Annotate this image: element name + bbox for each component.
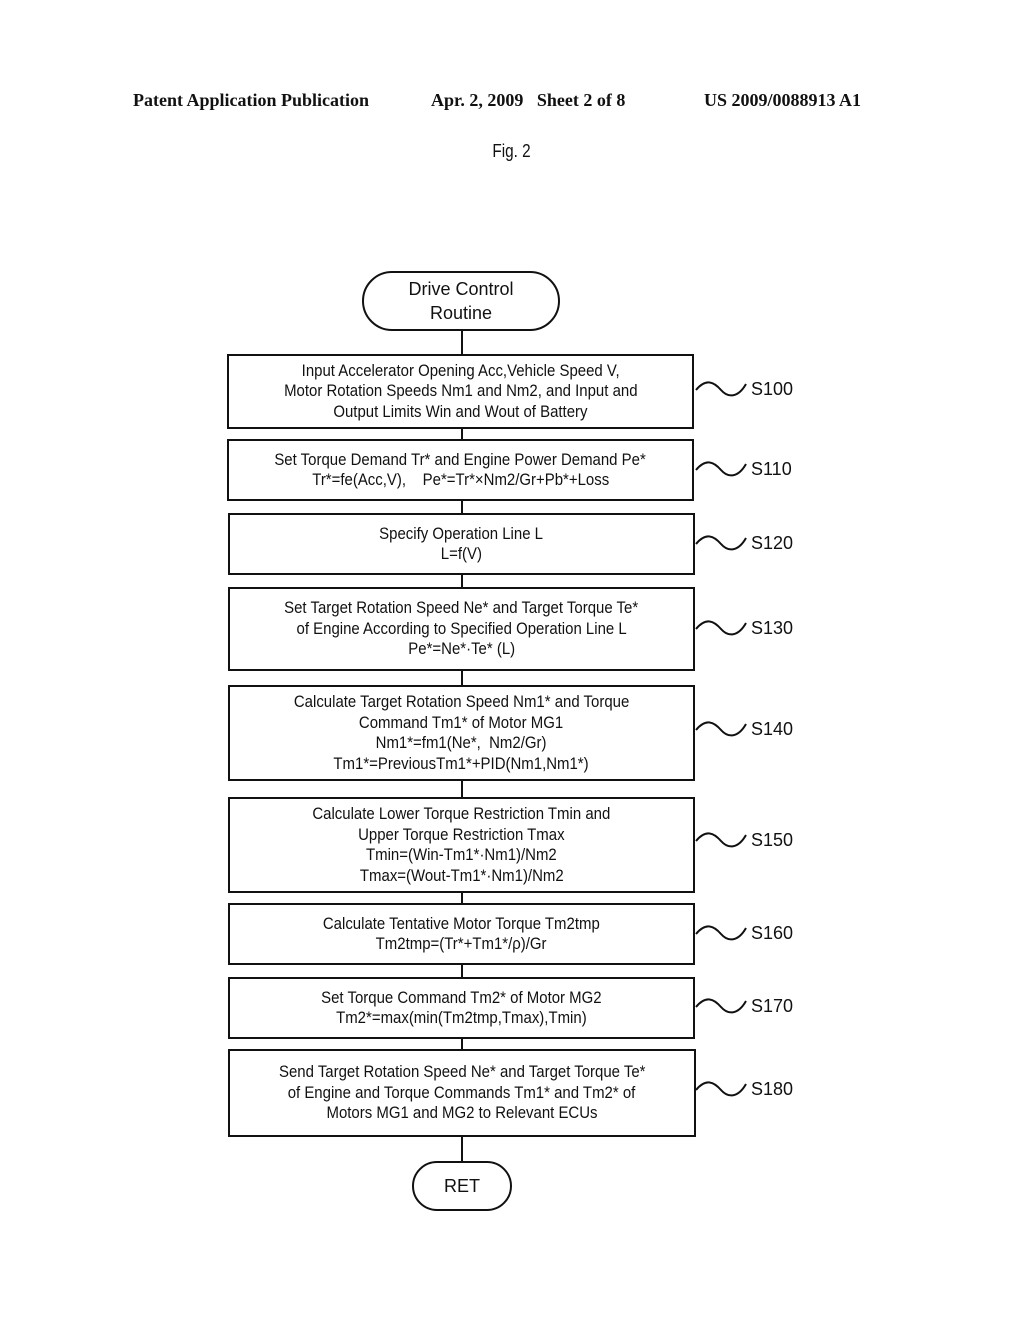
step-text: Tmax=(Wout-Tm1*·Nm1)/Nm2	[359, 865, 564, 885]
connector-line	[461, 780, 463, 798]
step-text: L=f(V)	[440, 544, 483, 563]
wave-leader-icon	[695, 381, 747, 397]
wave-leader-icon	[695, 620, 747, 636]
step-box-s180: Send Target Rotation Speed Ne* and Targe…	[228, 1049, 696, 1137]
step-label: S170	[751, 996, 794, 1016]
step-text: Output Limits Win and Wout of Battery	[333, 401, 588, 421]
connector-line	[461, 670, 463, 686]
step-label: S110	[751, 459, 792, 479]
step-label: S140	[751, 719, 794, 739]
step-text: Motors MG1 and MG2 to Relevant ECUs	[326, 1103, 598, 1123]
step-text: Set Target Rotation Speed Ne* and Target…	[284, 598, 639, 618]
date-sheet-label: Apr. 2, 2009 Sheet 2 of 8	[431, 90, 626, 110]
start-terminal: Drive Control Routine	[362, 271, 560, 331]
step-box-s140: Calculate Target Rotation Speed Nm1* and…	[228, 685, 695, 781]
step-text: Tr*=fe(Acc,V), Pe*=Tr*×Nm2/Gr+Pb*+Loss	[312, 470, 609, 489]
start-line: Drive Control	[408, 279, 514, 299]
step-text: Calculate Target Rotation Speed Nm1* and…	[293, 692, 630, 711]
step-text: Pe*=Ne*·Te* (L)	[408, 639, 515, 659]
step-text: Tm2*=max(min(Tm2tmp,Tmax),Tmin)	[336, 1008, 587, 1027]
patent-number: US 2009/0088913 A1	[704, 90, 862, 110]
wave-leader-icon	[695, 721, 747, 737]
publication-label: Patent Application Publication	[133, 90, 370, 110]
step-label: S100	[751, 379, 794, 399]
step-text: Command Tm1* of Motor MG1	[359, 712, 564, 732]
step-box-s110: Set Torque Demand Tr* and Engine Power D…	[227, 439, 694, 501]
step-box-s170: Set Torque Command Tm2* of Motor MG2 Tm2…	[228, 977, 695, 1039]
connector-line	[461, 500, 463, 514]
connector-line	[461, 1136, 463, 1162]
wave-leader-icon	[695, 461, 747, 477]
step-text: Calculate Lower Torque Restriction Tmin …	[312, 804, 611, 823]
step-text: Nm1*=fm1(Ne*, Nm2/Gr)	[376, 733, 547, 752]
step-label: S130	[751, 618, 794, 638]
start-line: Routine	[429, 303, 493, 323]
step-text: Tm1*=PreviousTm1*+PID(Nm1,Nm1*)	[333, 753, 590, 773]
step-label: S150	[751, 830, 794, 850]
end-terminal: RET	[412, 1161, 512, 1211]
step-box-s120: Specify Operation Line L L=f(V)	[228, 513, 695, 575]
wave-leader-icon	[695, 1081, 747, 1097]
step-text: Upper Torque Restriction Tmax	[358, 824, 565, 844]
step-text: Specify Operation Line L	[379, 523, 544, 543]
step-label: S180	[751, 1079, 794, 1099]
step-box-s130: Set Target Rotation Speed Ne* and Target…	[228, 587, 695, 671]
wave-leader-icon	[695, 998, 747, 1014]
figure-label: Fig. 2	[492, 141, 532, 161]
step-box-s160: Calculate Tentative Motor Torque Tm2tmp …	[228, 903, 695, 965]
step-text: Tm2tmp=(Tr*+Tm1*/ρ)/Gr	[376, 934, 547, 953]
end-label: RET	[444, 1176, 480, 1196]
connector-line	[461, 574, 463, 588]
connector-line	[461, 329, 463, 354]
wave-leader-icon	[695, 832, 747, 848]
step-text: Tmin=(Win-Tm1*·Nm1)/Nm2	[366, 845, 557, 864]
wave-leader-icon	[695, 535, 747, 551]
wave-leader-icon	[695, 925, 747, 941]
step-text: Motor Rotation Speeds Nm1 and Nm2, and I…	[283, 381, 638, 401]
step-label: S160	[751, 923, 794, 943]
step-text: of Engine According to Specified Operati…	[296, 618, 627, 638]
step-text: Calculate Tentative Motor Torque Tm2tmp	[323, 913, 600, 933]
step-text: Set Torque Demand Tr* and Engine Power D…	[274, 449, 647, 469]
step-label: S120	[751, 533, 794, 553]
step-text: of Engine and Torque Commands Tm1* and T…	[288, 1082, 636, 1102]
step-text: Send Target Rotation Speed Ne* and Targe…	[278, 1062, 646, 1082]
step-box-s100: Input Accelerator Opening Acc,Vehicle Sp…	[227, 354, 694, 429]
step-box-s150: Calculate Lower Torque Restriction Tmin …	[228, 797, 695, 893]
step-text: Input Accelerator Opening Acc,Vehicle Sp…	[301, 360, 620, 380]
step-text: Set Torque Command Tm2* of Motor MG2	[321, 987, 602, 1007]
connector-line	[461, 964, 463, 978]
